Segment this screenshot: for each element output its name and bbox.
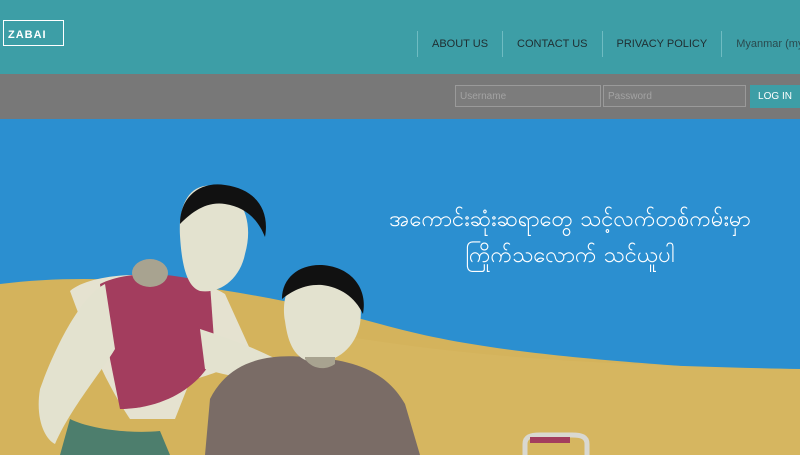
nav-privacy-policy[interactable]: PRIVACY POLICY: [601, 31, 722, 57]
logo-text: ZABAI: [8, 29, 47, 41]
username-input[interactable]: [455, 85, 601, 107]
password-input[interactable]: [603, 85, 746, 107]
login-button[interactable]: LOG IN: [750, 85, 800, 108]
woman-neck: [132, 259, 168, 287]
login-bar: LOG IN: [0, 74, 800, 119]
nav-about-us[interactable]: ABOUT US: [417, 31, 502, 57]
headline-line-1: အကောင်းဆုံးဆရာတွေ သင့်လက်တစ်ကမ်းမှာ: [389, 207, 751, 232]
nav-contact-us[interactable]: CONTACT US: [502, 31, 602, 57]
top-navigation-bar: ZABAI ABOUT US CONTACT US PRIVACY POLICY…: [0, 0, 800, 74]
hero-banner: အကောင်းဆုံးဆရာတွေ သင့်လက်တစ်ကမ်းမှာ ကြို…: [0, 119, 800, 455]
language-selector[interactable]: Myanmar (my): [721, 31, 800, 57]
nav-menu: ABOUT US CONTACT US PRIVACY POLICY Myanm…: [417, 31, 800, 57]
hero-illustration: [0, 119, 800, 455]
headline-line-2: ကြိုက်သလောက် သင်ယူပါ: [465, 243, 675, 268]
zabai-logo[interactable]: ZABAI: [3, 20, 64, 46]
bag-strap: [530, 437, 570, 443]
hero-headline: အကောင်းဆုံးဆရာတွေ သင့်လက်တစ်ကမ်းမှာ ကြို…: [360, 202, 780, 274]
